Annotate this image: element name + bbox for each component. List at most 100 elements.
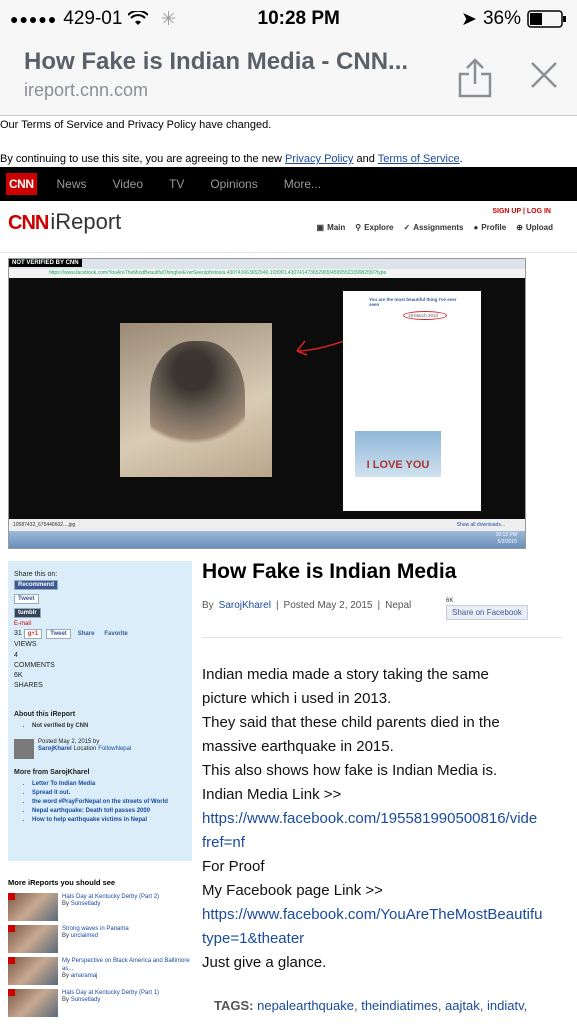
tag-link[interactable]: theindiatimes [361,998,438,1013]
related-link[interactable]: Nepal earthquake: Death toll passes 2000 [32,807,186,816]
related-link[interactable]: Letter To Indian Media [32,780,186,789]
tag-link[interactable]: indiatv [487,998,524,1013]
email-link[interactable]: E-mail [14,621,31,627]
nav-more[interactable]: More... [284,177,321,191]
share-sidebar: Share this on: Recommend Tweet tumblr E-… [8,561,192,861]
body-line: Indian media made a story taking the sam… [202,666,489,683]
author-avatar[interactable] [14,739,34,759]
more-ireports: More iReports you should see Hats Day at… [8,878,192,1021]
more-from-title: More from SarojKharel [14,769,90,776]
share-on-facebook-button[interactable]: Share on Facebook [446,605,528,620]
not-verified-note: Not verified by CNN [32,722,186,731]
author-link[interactable]: SarojKharel [219,600,271,611]
person-icon: ● [473,223,479,232]
indian-media-link[interactable]: https://www.facebook.com/195581990500816… [202,810,537,827]
related-link[interactable]: the word #PrayForNepal on the streets of… [32,798,186,807]
tweet-button-2[interactable]: Tweet [46,629,71,639]
tag-link[interactable]: nepalearthquake [257,998,354,1013]
body-line: massive earthquake in 2015. [202,738,394,755]
body-line: picture which i used in 2013. [202,690,392,707]
children-photo [120,323,272,477]
share-label: Share this on: [14,571,58,578]
loading-spinner-icon: ✳ [160,8,177,30]
related-link[interactable]: How to help earthquake victims in Nepal [32,816,186,825]
nav-news[interactable]: News [57,177,87,191]
body-line: Just give a glance. [202,954,327,971]
google-plus-button[interactable]: g+1 [23,629,43,639]
upload-icon: ⊕ [516,223,523,232]
privacy-policy-link[interactable]: Privacy Policy [285,153,353,165]
body-line: For Proof [202,858,265,875]
search-icon: ⚲ [355,223,362,232]
signup-login-link[interactable]: SIGN UP | LOG IN [492,208,551,215]
shares-label: SHARES [14,682,43,689]
ireport-header: CNN iReport SIGN UP | LOG IN ▣ Main ⚲ Expl… [0,201,577,253]
author-link[interactable]: SarojKharel [38,746,72,752]
children-figure [150,341,245,461]
download-bar: 10587432_675446602....jpg Show all downlo… [9,519,525,531]
posted-by: Posted May 2, 2015 by SarojKharel Locatio… [14,739,186,759]
screenshot-address-bar: https://www.facebook.com/YouAreTheMostBe… [9,269,525,278]
nav-upload[interactable]: ⊕ Upload [516,223,553,232]
not-verified-badge: NOT VERIFIED BY CNN [9,259,82,267]
nav-main[interactable]: ▣ Main [317,223,346,232]
comments-count: 4 [14,652,18,659]
cnn-logo[interactable]: CNN [6,173,37,195]
related-link[interactable]: Spread it out. [32,789,186,798]
fb-caption: You are the most beautiful thing I've ev… [369,297,457,307]
battery-percent: 36% [482,8,521,29]
nav-opinions[interactable]: Opinions [210,177,257,191]
safari-title-bar[interactable]: How Fake is Indian Media - CNN... irepor… [0,38,577,116]
views-label: VIEWS [14,641,37,648]
article-title: How Fake is Indian Media [202,560,457,583]
article-body: Indian media made a story taking the sam… [202,663,577,975]
body-line: My Facebook page Link >> [202,882,383,899]
facebook-photo-panel: You are the most beautiful thing I've ev… [343,291,481,511]
tweet-button[interactable]: Tweet [14,594,39,604]
facebook-page-link[interactable]: https://www.facebook.com/YouAreTheMostBe… [202,906,542,923]
nav-profile[interactable]: ● Profile [473,223,506,232]
list-item[interactable]: My Perspective on Black America and Balt… [8,957,192,989]
signal-dots-icon: ●●●●● [10,11,58,27]
thumbnail[interactable] [8,989,58,1017]
ireport-screenshot-image[interactable]: NOT VERIFIED BY CNN https://www.facebook… [8,258,526,549]
location: Nepal [385,600,412,611]
clock: 10:28 PM [257,8,340,29]
indian-media-link-cont[interactable]: fref=nf [202,834,245,851]
body-line: They said that these child parents died … [202,714,500,731]
list-item[interactable]: Hats Day at Kentucky Derby (Part 1) By Su… [8,989,192,1021]
list-item[interactable]: Strong waves in Panama By unclaimed [8,925,192,957]
nav-video[interactable]: Video [113,177,143,191]
share-button[interactable]: Share [75,630,98,638]
nav-explore[interactable]: ⚲ Explore [355,223,393,232]
fb-share-count: 6K [446,598,454,604]
thumbnail[interactable] [8,925,58,953]
tags-label: TAGS: [214,998,254,1013]
terms-of-service-link[interactable]: Terms of Service [378,153,460,165]
list-item[interactable]: Hats Day at Kentucky Derby (Part 2) By Su… [8,893,192,925]
close-icon[interactable] [529,60,559,90]
home-icon: ▣ [316,223,325,232]
share-icon[interactable] [457,58,493,98]
facebook-recommend-button[interactable]: Recommend [14,580,59,590]
share-count: 31 [14,630,22,637]
location-link[interactable]: FollowNepal [98,746,131,752]
thumbnail[interactable] [8,893,58,921]
about-title: About this iReport [14,711,76,718]
terms-notice: Our Terms of Service and Privacy Policy … [0,116,577,166]
tumblr-button[interactable]: tumblr [14,608,41,618]
cnn-nav-bar: CNN News Video TV Opinions More... [0,167,577,201]
more-ireports-title: More iReports you should see [8,878,116,887]
page-title: How Fake is Indian Media - CNN... [24,48,409,75]
thumbnail[interactable] [8,957,58,985]
terms-changed-text: Our Terms of Service and Privacy Policy … [0,119,272,131]
shares-count: 6K [14,672,23,679]
nav-tv[interactable]: TV [169,177,184,191]
ireport-logo[interactable]: CNN iReport [8,209,121,235]
divider [202,637,562,638]
tag-link[interactable]: aajtak [445,998,480,1013]
windows-taskbar: 10:12 PM 5/2/2015 [9,531,525,548]
nav-assignments[interactable]: ✓ Assignments [404,223,464,232]
favorite-button[interactable]: Favorite [101,630,130,638]
facebook-page-link-cont[interactable]: type=1&theater [202,930,304,947]
